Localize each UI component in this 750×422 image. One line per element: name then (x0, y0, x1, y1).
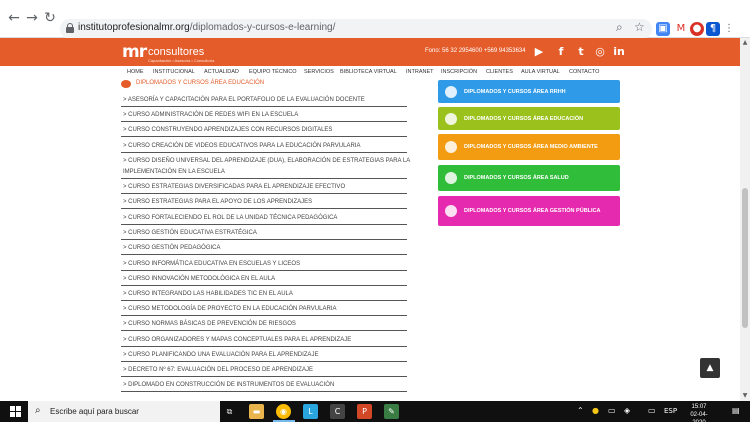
course-link[interactable]: > DIPLOMADO EN CONSTRUCCIÓN DE INSTRUMEN… (121, 380, 407, 392)
category-educacion-button[interactable]: DIPLOMADOS Y CURSOS ÁREA EDUCACIÓN (438, 107, 620, 130)
nav-actualidad[interactable]: ACTUALIDAD (204, 69, 239, 75)
battery-icon[interactable]: ▭ (648, 406, 656, 415)
scrollbar-thumb[interactable] (742, 188, 748, 328)
search-placeholder: Escribe aquí para buscar (50, 407, 139, 416)
file-explorer-icon[interactable]: ▬ (249, 404, 264, 419)
course-link[interactable]: > CURSO INNOVACIÓN METODOLÓGICA EN EL AU… (121, 274, 407, 286)
nav-clientes[interactable]: CLIENTES (486, 69, 513, 75)
tray-app2-icon[interactable]: ◈ (624, 406, 630, 415)
forward-icon[interactable]: → (22, 8, 42, 28)
course-link[interactable]: > ASESORÍA Y CAPACITACIÓN PARA EL PORTAF… (121, 95, 407, 107)
course-link[interactable]: > CURSO ORGANIZADORES Y MAPAS CONCEPTUAL… (121, 335, 407, 347)
medical-kit-icon (445, 172, 457, 184)
taskbar-search[interactable]: ⌕ Escribe aquí para buscar (28, 401, 220, 422)
category-medio-ambiente-button[interactable]: DIPLOMADOS Y CURSOS ÁREA MEDIO AMBIENTE (438, 134, 620, 160)
course-link[interactable]: > CURSO CONSTRUYENDO APRENDIZAJES CON RE… (121, 125, 407, 137)
nav-aula-virtual[interactable]: AULA VIRTUAL (521, 69, 560, 75)
tray-display-icon[interactable]: ▭ (608, 406, 616, 415)
address-bar[interactable]: institutoprofesionalmr.org/diplomados-y-… (60, 19, 652, 39)
nav-biblioteca-virtual[interactable]: BIBLIOTECA VIRTUAL (340, 69, 397, 75)
nav-servicios[interactable]: SERVICIOS (304, 69, 334, 75)
logo-tagline: Capacitación • Asesoría • Consultoría (148, 58, 215, 63)
search-icon: ⌕ (35, 405, 41, 416)
people-icon (445, 85, 457, 98)
course-link[interactable]: > CURSO METODOLOGÍA DE PROYECTO EN LA ED… (121, 304, 407, 316)
windows-start-icon[interactable] (10, 406, 21, 417)
instagram-icon[interactable]: ◎ (593, 45, 607, 58)
translate-icon[interactable]: ¶ (706, 22, 720, 36)
course-link[interactable]: > CURSO CREACIÓN DE VIDEOS EDUCATIVOS PA… (121, 141, 407, 153)
profile-icon[interactable]: ● (690, 22, 704, 36)
nav-home[interactable]: HOME (127, 69, 144, 75)
building-icon (445, 205, 457, 217)
course-link[interactable]: > CURSO ADMINISTRACIÓN DE REDES WIFI EN … (121, 110, 407, 122)
graduation-cap-icon (445, 112, 457, 125)
course-link[interactable]: > CURSO INTEGRANDO LAS HABILIDADES TIC E… (121, 289, 407, 301)
main-nav: HOME INSTITUCIONAL ACTUALIDAD EQUIPO TÉC… (0, 66, 740, 78)
zoom-icon[interactable]: ⌕ (616, 20, 623, 35)
category-rrhh-button[interactable]: DIPLOMADOS Y CURSOS ÁREA RRHH (438, 80, 620, 103)
page-scrollbar[interactable]: ▲ ▼ (740, 38, 750, 401)
app-l-icon[interactable]: L (303, 404, 318, 419)
twitter-icon[interactable]: t (574, 45, 588, 58)
tray-app-icon[interactable]: ● (592, 406, 599, 415)
category-gestion-publica-button[interactable]: DIPLOMADOS Y CURSOS ÁREA GESTIÓN PÚBLICA (438, 196, 620, 226)
logo-mark[interactable]: mr (122, 42, 147, 62)
site-header: mr consultores Capacitación • Asesoría •… (0, 38, 740, 66)
scroll-up-icon[interactable]: ▲ (740, 38, 750, 48)
tray-chevron-icon[interactable]: ⌃ (577, 406, 584, 415)
nav-institucional[interactable]: INSTITUCIONAL (153, 69, 195, 75)
menu-icon[interactable]: ⋮ (722, 22, 736, 36)
app-paint-icon[interactable]: ✎ (384, 404, 399, 419)
facebook-icon[interactable]: f (554, 45, 568, 58)
notifications-icon[interactable]: ▤ (732, 406, 740, 415)
course-link[interactable]: > CURSO INFORMÁTICA EDUCATIVA EN ESCUELA… (121, 259, 407, 271)
nav-intranet[interactable]: INTRANET (406, 69, 434, 75)
scroll-down-icon[interactable]: ▼ (740, 391, 750, 401)
course-link[interactable]: > CURSO GESTIÓN PEDAGÓGICA (121, 243, 407, 255)
back-to-top-button[interactable]: ▲ (700, 358, 720, 378)
section-title: DIPLOMADOS Y CURSOS ÁREA EDUCACIÓN (136, 80, 265, 86)
gmail-icon[interactable]: M (674, 22, 688, 36)
course-link[interactable]: > CURSO PLANIFICANDO UNA EVALUACIÓN PARA… (121, 350, 407, 362)
youtube-icon[interactable]: ▶ (532, 45, 546, 58)
back-icon[interactable]: ← (4, 8, 24, 28)
task-view-icon[interactable]: ⧉ (222, 404, 237, 419)
logo-name[interactable]: consultores (148, 46, 204, 58)
bookmark-star-icon[interactable]: ☆ (634, 20, 645, 34)
course-link[interactable]: > CURSO DISEÑO UNIVERSAL DEL APRENDIZAJE… (121, 156, 410, 179)
course-link[interactable]: > CURSO ESTRATEGIAS PARA EL APOYO DE LOS… (121, 197, 407, 209)
taskbar: ⌕ Escribe aquí para buscar ⧉ ▬ ◉ L C P ✎… (0, 401, 750, 422)
url-text: institutoprofesionalmr.org/diplomados-y-… (78, 22, 336, 33)
browser-toolbar: ← → ↻ institutoprofesionalmr.org/diploma… (0, 0, 750, 39)
course-link[interactable]: > CURSO FORTALECIENDO EL ROL DE LA UNIDA… (121, 213, 407, 225)
app-c-icon[interactable]: C (330, 404, 345, 419)
course-link[interactable]: > CURSO GESTIÓN EDUCATIVA ESTRATÉGICA (121, 228, 407, 240)
course-link[interactable]: > CURSO NORMAS BÁSICAS DE PREVENCIÓN DE … (121, 319, 407, 331)
course-link[interactable]: > DECRETO Nº 67: EVALUACIÓN DEL PROCESO … (121, 365, 407, 377)
course-link[interactable]: > CURSO ESTRATEGIAS DIVERSIFICADAS PARA … (121, 182, 407, 194)
nav-equipo-tecnico[interactable]: EQUIPO TÉCNICO (249, 69, 297, 75)
graduation-cap-icon (121, 80, 131, 88)
chrome-icon[interactable]: ◉ (276, 404, 291, 419)
reload-icon[interactable]: ↻ (40, 8, 60, 28)
extension-icon[interactable]: ▣ (656, 22, 670, 36)
phone-number: Fono: 56 32 2954600 +569 94353634 (425, 48, 526, 54)
powerpoint-icon[interactable]: P (357, 404, 372, 419)
lock-icon (66, 23, 74, 33)
language-indicator[interactable]: ESP (664, 407, 677, 415)
leaf-icon (445, 141, 457, 153)
linkedin-icon[interactable]: in (612, 45, 626, 58)
nav-contacto[interactable]: CONTACTO (569, 69, 599, 75)
clock[interactable]: 15:0702-04-2020 (684, 403, 714, 422)
nav-inscripcion[interactable]: INSCRIPCIÓN (441, 69, 477, 75)
category-salud-button[interactable]: DIPLOMADOS Y CURSOS ÁREA SALUD (438, 165, 620, 191)
